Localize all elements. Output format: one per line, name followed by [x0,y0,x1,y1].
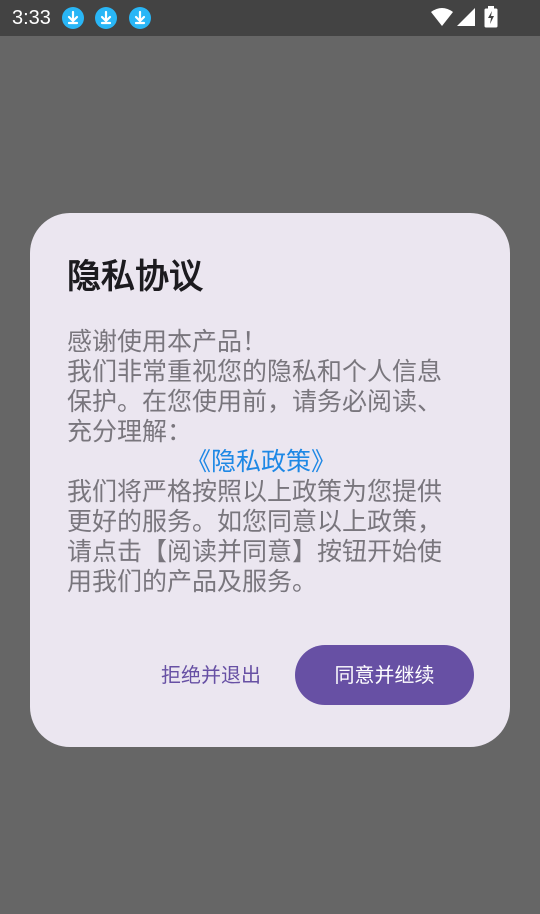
dialog-body-terms: 我们将严格按照以上政策为您提供更好的服务。如您同意以上政策，请点击【阅读并同意】… [67,477,443,596]
privacy-dialog: 隐私协议 感谢使用本产品！ 我们非常重视您的隐私和个人信息保护。在您使用前，请务… [30,213,510,747]
download-icon [129,7,151,29]
privacy-policy-link[interactable]: 《隐私政策》 [67,447,455,477]
wifi-icon [430,6,454,32]
reject-exit-button[interactable]: 拒绝并退出 [148,645,274,705]
status-bar: 3:33 [0,0,540,36]
dialog-title: 隐私协议 [67,257,203,297]
dialog-body-intro: 我们非常重视您的隐私和个人信息保护。在您使用前，请务必阅读、充分理解： [67,357,443,446]
dialog-body-greeting: 感谢使用本产品！ [67,327,268,356]
battery-charging-icon [484,6,498,32]
signal-icon [456,6,476,32]
accept-continue-button[interactable]: 同意并继续 [295,645,474,705]
download-icon [62,7,84,29]
dialog-body: 感谢使用本产品！ 我们非常重视您的隐私和个人信息保护。在您使用前，请务必阅读、充… [67,327,455,597]
status-time: 3:33 [12,7,51,29]
download-icon [95,7,117,29]
